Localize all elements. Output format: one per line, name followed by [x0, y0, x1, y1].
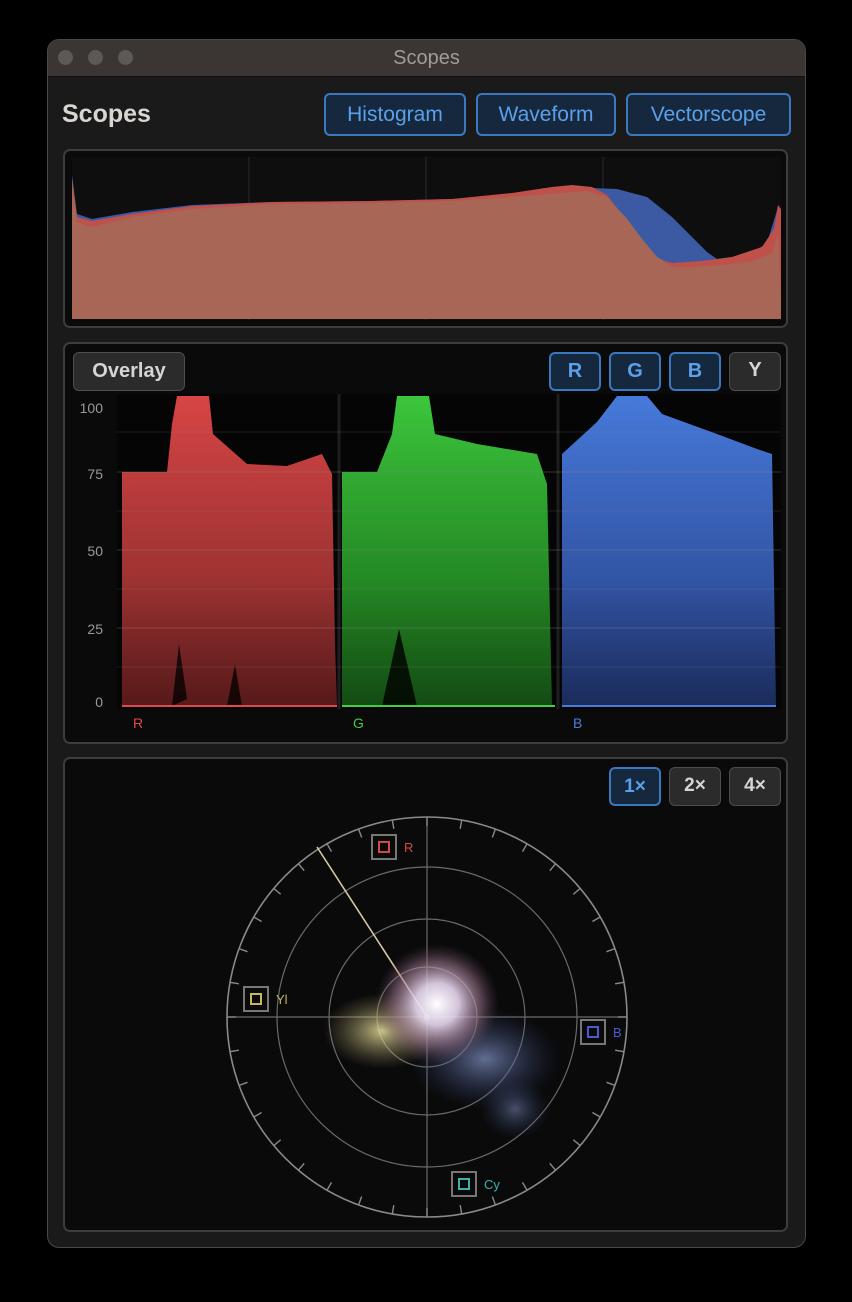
waveform-axis-75: 75: [87, 466, 103, 482]
page-title: Scopes: [62, 100, 151, 128]
target-label-b: B: [613, 1025, 622, 1040]
graticule-tick: [229, 981, 240, 985]
scopes-window: Scopes Scopes Histogram Waveform Vectors…: [47, 39, 806, 1248]
histogram-panel: [63, 149, 788, 328]
graticule-tick: [459, 819, 463, 830]
waveform-panel: Overlay R G B Y 100 75 50 25 0 R G B: [63, 342, 788, 744]
parade-label-r: R: [133, 715, 144, 731]
parade-label-g: G: [353, 715, 364, 731]
graticule-tick: [614, 981, 625, 985]
graticule-tick: [521, 1182, 528, 1191]
channel-r-toggle[interactable]: R: [549, 352, 601, 391]
graticule-tick: [459, 1204, 463, 1215]
waveform-axis-0: 0: [95, 694, 103, 710]
vectorscope-panel: 1× 2× 4× R Yl B Cy: [63, 757, 788, 1232]
graticule-tick: [606, 947, 616, 953]
vectorscope-tab[interactable]: Vectorscope: [626, 93, 791, 136]
graticule-tick: [273, 887, 282, 895]
channel-g-toggle[interactable]: G: [609, 352, 661, 391]
graticule-tick: [253, 916, 262, 923]
graticule-tick: [229, 1049, 240, 1053]
graticule-tick: [357, 828, 363, 838]
waveform-axis-100: 100: [79, 400, 103, 416]
histogram-plot: [72, 157, 781, 320]
graticule-tick: [253, 1111, 262, 1118]
channel-b-toggle[interactable]: B: [669, 352, 721, 391]
graticule-tick: [391, 1204, 395, 1215]
target-label-r: R: [404, 840, 414, 855]
waveform-tab[interactable]: Waveform: [476, 93, 616, 136]
waveform-plot: [117, 394, 781, 709]
waveform-axis-50: 50: [87, 543, 103, 559]
title-bar: Scopes: [48, 40, 805, 77]
target-label-yl: Yl: [276, 992, 288, 1007]
graticule-tick: [592, 916, 601, 923]
window-title: Scopes: [393, 47, 460, 69]
graticule-tick: [326, 843, 333, 852]
waveform-axis-25: 25: [87, 621, 103, 637]
graticule-tick: [273, 1139, 282, 1147]
overlay-button[interactable]: Overlay: [73, 352, 185, 391]
graticule-tick: [549, 863, 557, 872]
graticule-tick: [572, 887, 581, 895]
graticule-tick: [572, 1139, 581, 1147]
target-label-cy: Cy: [484, 1177, 500, 1192]
graticule-tick: [491, 1196, 497, 1206]
graticule-tick: [606, 1081, 616, 1087]
vectorscope-plot: [226, 816, 628, 1218]
channel-y-toggle[interactable]: Y: [729, 352, 781, 391]
graticule-tick: [549, 1162, 557, 1171]
graticule-tick: [391, 819, 395, 830]
graticule-tick: [326, 1182, 333, 1191]
graticule-tick: [238, 947, 248, 953]
graticule-tick: [491, 828, 497, 838]
graticule-tick: [521, 843, 528, 852]
graticule-tick: [592, 1111, 601, 1118]
histogram-tab[interactable]: Histogram: [324, 93, 466, 136]
parade-label-b: B: [573, 715, 583, 731]
graticule-tick: [238, 1081, 248, 1087]
graticule-tick: [297, 1162, 305, 1171]
graticule-tick: [614, 1049, 625, 1053]
graticule-tick: [357, 1196, 363, 1206]
graticule-tick: [297, 863, 305, 872]
